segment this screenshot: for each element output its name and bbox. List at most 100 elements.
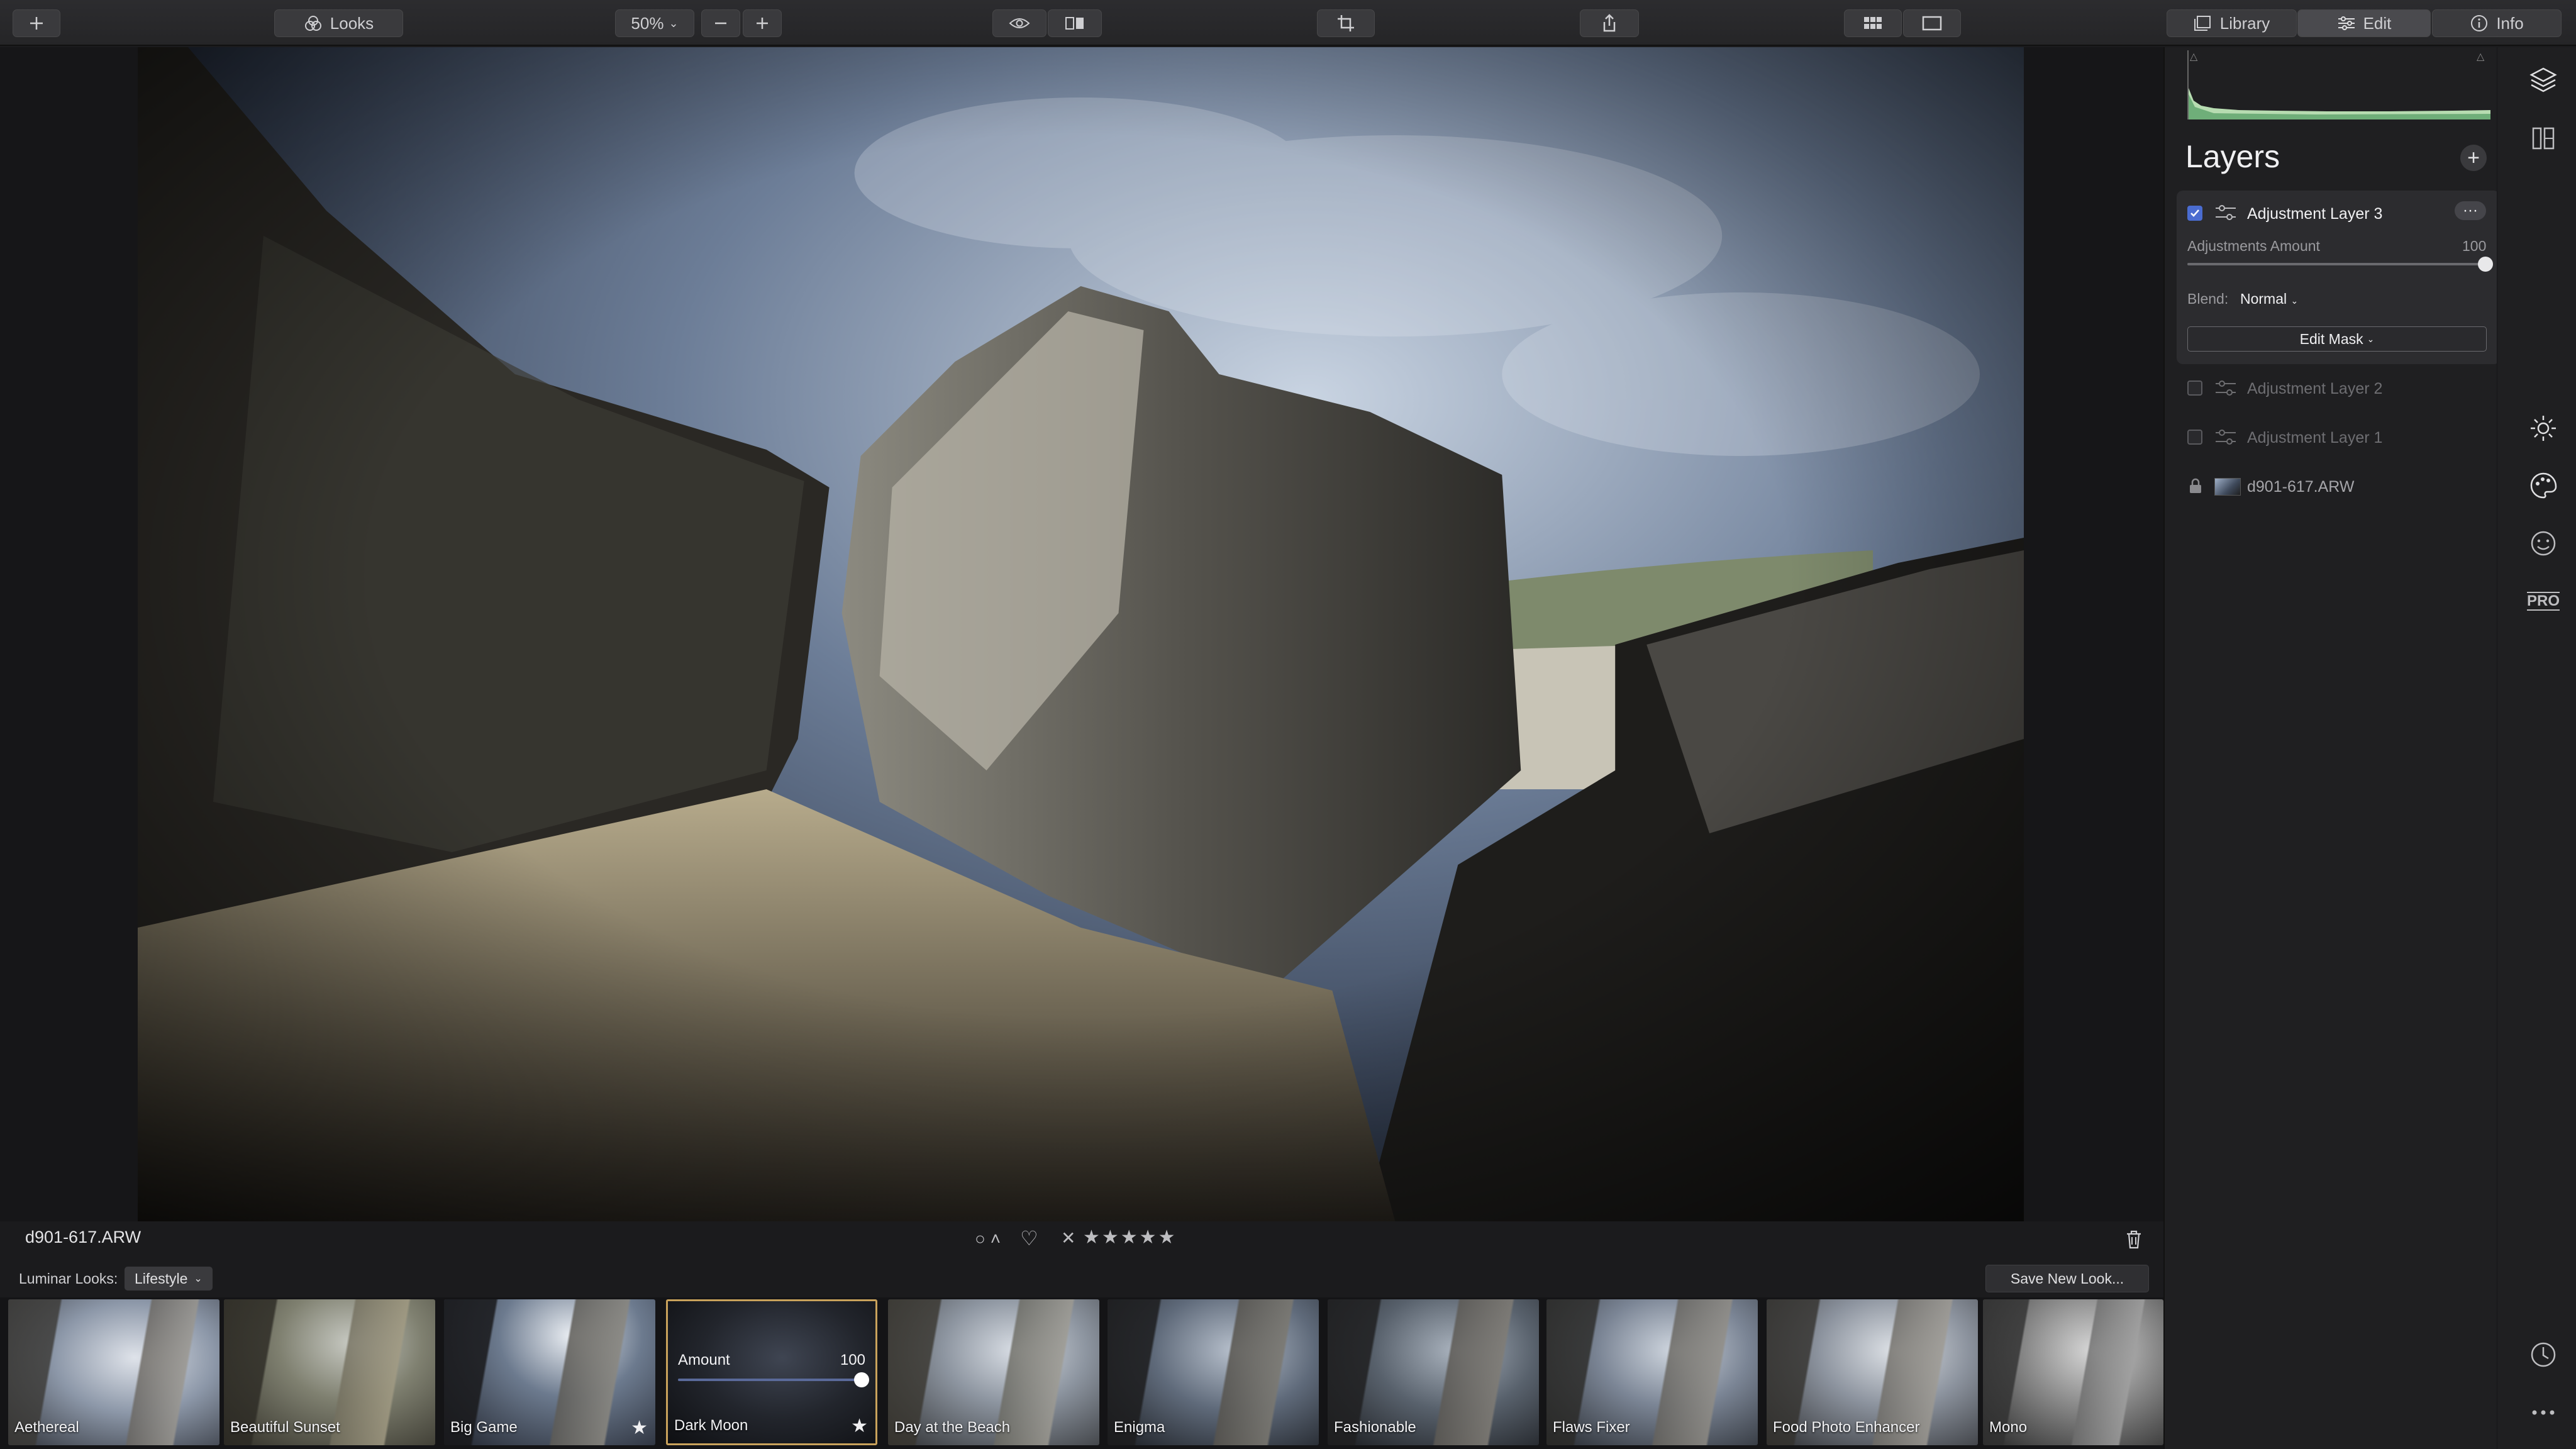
favorite-star-icon[interactable]: ★ xyxy=(851,1415,868,1437)
look-thumbnail[interactable]: Big Game ★ xyxy=(444,1299,655,1445)
image-layer-thumbnail xyxy=(2214,478,2241,496)
layer-visibility-checkbox[interactable] xyxy=(2187,430,2202,445)
adjustment-layer-icon xyxy=(2214,378,2237,398)
library-icon xyxy=(2194,16,2211,31)
blend-label: Blend: xyxy=(2187,291,2229,307)
shadow-clip-icon[interactable]: △ xyxy=(2190,50,2197,63)
zoom-in-button[interactable] xyxy=(743,9,782,37)
share-icon xyxy=(1603,14,1616,32)
looks-button[interactable]: Looks xyxy=(274,9,403,37)
chevron-down-icon: ⌄ xyxy=(2290,296,2299,306)
sun-icon[interactable] xyxy=(2528,413,2558,443)
look-name: Enigma xyxy=(1114,1419,1165,1436)
compare-icon xyxy=(1065,17,1084,30)
zoom-value: 50% xyxy=(631,13,664,33)
look-thumbnail[interactable]: Food Photo Enhancer xyxy=(1767,1299,1978,1445)
preview-button[interactable] xyxy=(992,9,1046,37)
chevron-down-icon: ⌄ xyxy=(194,1274,203,1284)
look-amount-knob[interactable] xyxy=(854,1372,869,1387)
look-thumbnail[interactable]: Flaws Fixer xyxy=(1546,1299,1758,1445)
look-thumbnail-active[interactable]: Amount 100 Dark Moon ★ xyxy=(666,1299,877,1445)
flag-button[interactable]: ○ ˄ xyxy=(975,1229,1001,1249)
reject-icon[interactable]: ✕ xyxy=(1061,1228,1075,1248)
canvas-icon[interactable] xyxy=(2528,123,2558,153)
tab-info-label: Info xyxy=(2496,13,2524,33)
pro-label: PRO xyxy=(2527,592,2560,611)
history-clock-icon[interactable] xyxy=(2528,1340,2558,1370)
layers-title: Layers xyxy=(2185,139,2280,174)
adjustments-amount-slider[interactable] xyxy=(2187,263,2487,265)
crop-button[interactable] xyxy=(1317,9,1375,37)
looks-collection-select[interactable]: Lifestyle ⌄ xyxy=(125,1267,213,1291)
looks-icon xyxy=(304,16,321,31)
checkmark-icon xyxy=(2190,209,2199,217)
grid-icon xyxy=(1864,17,1882,29)
look-name: Flaws Fixer xyxy=(1553,1419,1630,1436)
layer-visibility-checkbox[interactable] xyxy=(2187,380,2202,396)
grid-view-button[interactable] xyxy=(1844,9,1902,37)
zoom-select[interactable]: 50% ⌄ xyxy=(615,9,694,37)
layer-name[interactable]: d901-617.ARW xyxy=(2247,478,2354,496)
main-photo[interactable] xyxy=(138,47,2024,1221)
minus-icon xyxy=(715,22,726,25)
portrait-face-icon[interactable] xyxy=(2528,528,2558,558)
add-layer-button[interactable]: + xyxy=(2460,145,2487,171)
chevron-down-icon: ⌄ xyxy=(669,16,679,30)
add-image-button[interactable] xyxy=(13,9,60,37)
save-new-look-button[interactable]: Save New Look... xyxy=(1985,1265,2149,1292)
look-thumbnail[interactable]: Beautiful Sunset xyxy=(224,1299,435,1445)
sliders-icon xyxy=(2338,16,2355,30)
layer-name[interactable]: Adjustment Layer 1 xyxy=(2247,429,2382,447)
look-name: Aethereal xyxy=(14,1419,79,1436)
histogram xyxy=(2187,50,2490,119)
tab-library[interactable]: Library xyxy=(2167,9,2297,37)
edit-mask-label: Edit Mask xyxy=(2299,330,2363,347)
single-image-icon xyxy=(1922,16,1942,31)
looks-collection-label: Luminar Looks: xyxy=(19,1270,118,1287)
plus-icon xyxy=(757,18,768,29)
look-thumbnail[interactable]: Fashionable xyxy=(1328,1299,1539,1445)
look-name: Day at the Beach xyxy=(894,1419,1011,1436)
chevron-down-icon: ⌄ xyxy=(2367,333,2375,344)
look-thumbnail[interactable]: Day at the Beach xyxy=(888,1299,1099,1445)
tab-edit[interactable]: Edit xyxy=(2297,9,2431,37)
look-name: Dark Moon xyxy=(674,1417,748,1434)
layer-name[interactable]: Adjustment Layer 3 xyxy=(2247,205,2382,223)
look-thumbnail[interactable]: Enigma xyxy=(1108,1299,1319,1445)
look-amount-slider[interactable] xyxy=(678,1379,865,1381)
pro-tools-button[interactable]: PRO xyxy=(2527,586,2560,616)
tab-edit-label: Edit xyxy=(2363,13,2392,33)
favorite-star-icon[interactable]: ★ xyxy=(631,1417,648,1439)
adjustments-amount-value: 100 xyxy=(2462,238,2487,254)
highlight-clip-icon[interactable]: △ xyxy=(2477,50,2484,63)
histogram-graph xyxy=(2189,88,2490,119)
look-thumbnail[interactable]: Mono xyxy=(1983,1299,2163,1445)
look-amount-label: Amount xyxy=(678,1352,730,1368)
file-name: d901-617.ARW xyxy=(25,1228,142,1246)
layer-more-button[interactable]: ··· xyxy=(2455,201,2486,220)
heart-icon[interactable]: ♡ xyxy=(1020,1226,1038,1250)
looks-collection-value: Lifestyle xyxy=(135,1270,188,1287)
info-icon xyxy=(2471,15,2488,31)
layer-name[interactable]: Adjustment Layer 2 xyxy=(2247,380,2382,398)
blend-mode-select[interactable]: Normal ⌄ xyxy=(2240,291,2298,308)
palette-icon[interactable] xyxy=(2528,470,2558,501)
adjustments-amount-label: Adjustments Amount xyxy=(2187,238,2320,254)
photo-footer xyxy=(0,1221,2163,1260)
share-button[interactable] xyxy=(1580,9,1639,37)
tab-info[interactable]: Info xyxy=(2432,9,2562,37)
blend-mode-value: Normal xyxy=(2240,291,2287,307)
star-rating[interactable]: ★★★★★ xyxy=(1083,1226,1177,1248)
single-view-button[interactable] xyxy=(1903,9,1961,37)
zoom-out-button[interactable] xyxy=(701,9,740,37)
more-options-icon[interactable] xyxy=(2528,1397,2558,1428)
looks-button-label: Looks xyxy=(330,13,374,33)
look-thumbnail[interactable]: Aethereal xyxy=(8,1299,219,1445)
edit-mask-button[interactable]: Edit Mask ⌄ xyxy=(2187,326,2487,352)
trash-icon[interactable] xyxy=(2124,1229,2143,1250)
layers-icon[interactable] xyxy=(2528,65,2558,96)
compare-button[interactable] xyxy=(1048,9,1102,37)
look-name: Fashionable xyxy=(1334,1419,1416,1436)
layer-visibility-checkbox[interactable] xyxy=(2187,206,2202,221)
adjustments-amount-knob[interactable] xyxy=(2478,257,2493,272)
